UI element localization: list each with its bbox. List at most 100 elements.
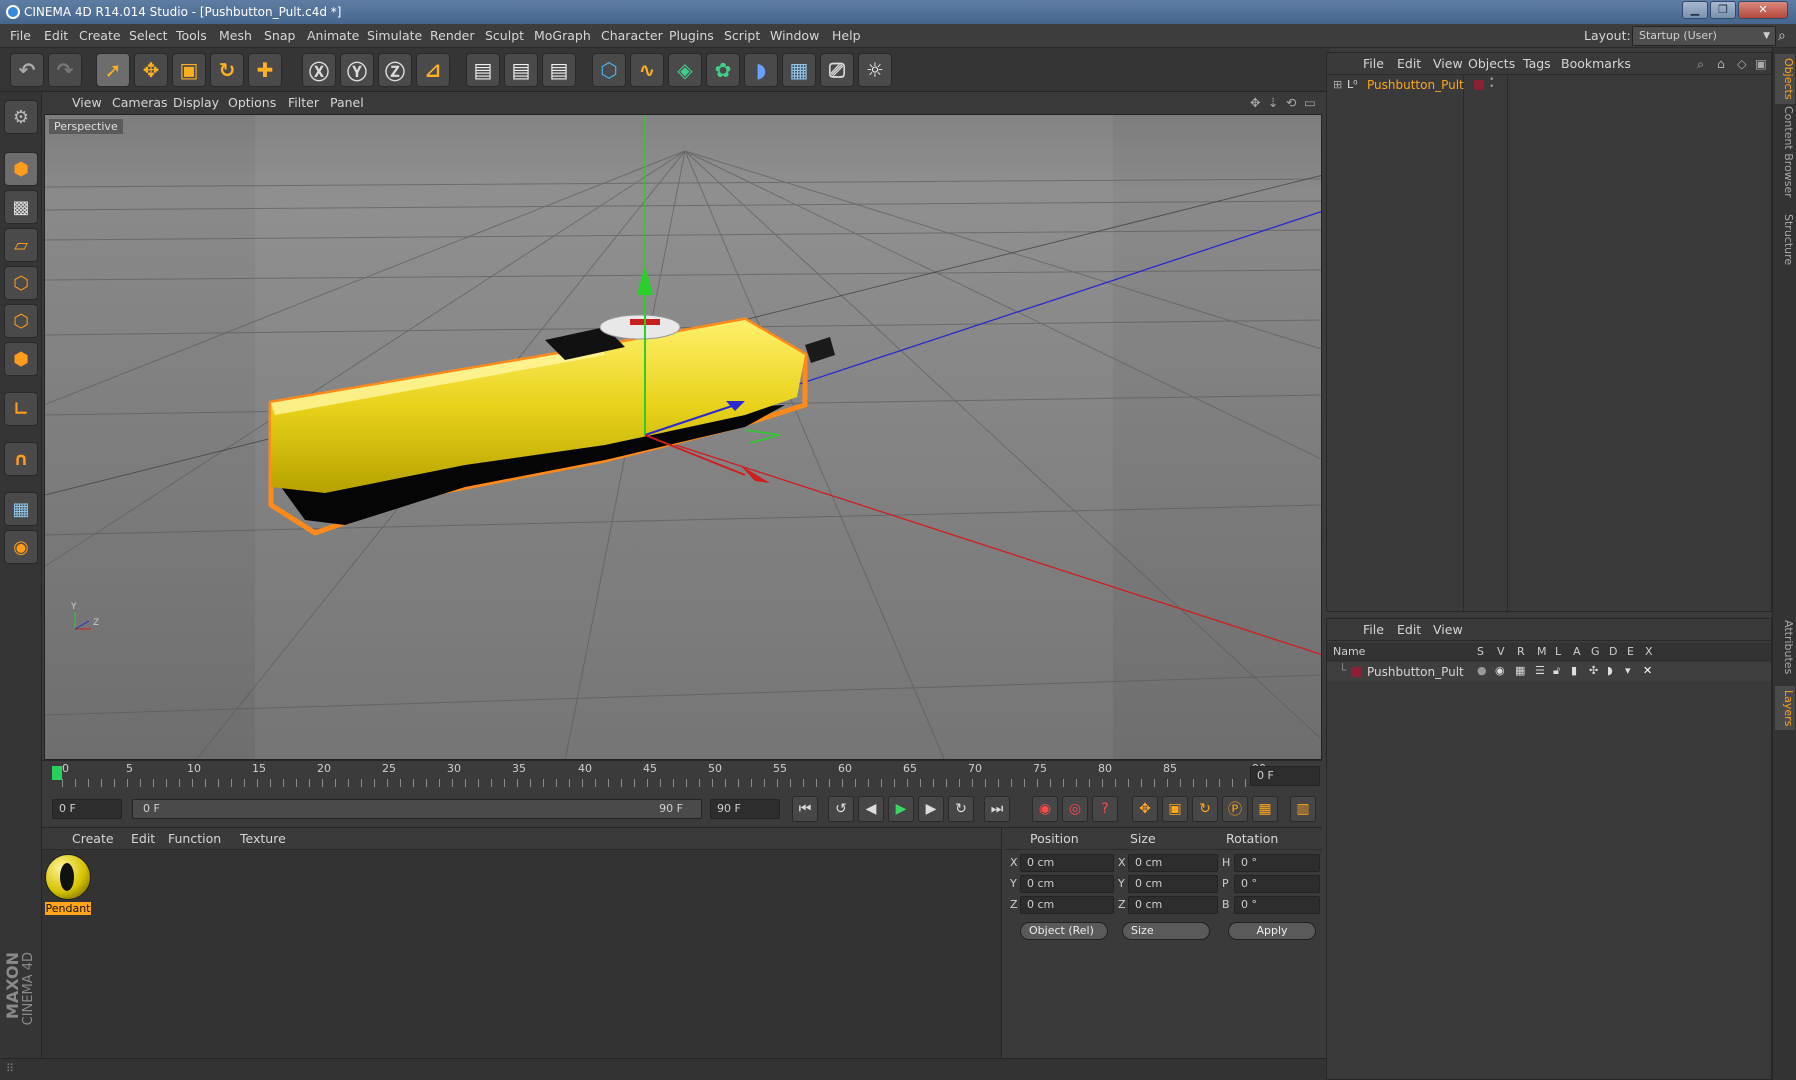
perspective-viewport[interactable]: Y Z Perspective: [44, 114, 1322, 760]
manager-icon[interactable]: ☰: [1535, 664, 1545, 677]
menu-file[interactable]: File: [10, 24, 31, 48]
size-x-field[interactable]: 0 cm: [1128, 854, 1218, 872]
obj-new-window-icon[interactable]: ▣: [1755, 53, 1767, 75]
mat-menu-texture[interactable]: Texture: [240, 828, 286, 850]
polygons-mode-button[interactable]: ⬢: [4, 342, 38, 376]
vp-menu-display[interactable]: Display: [173, 92, 219, 114]
play-button[interactable]: ▶: [888, 796, 914, 822]
workplane-mode-button[interactable]: ▱: [4, 228, 38, 262]
position-x-field[interactable]: 0 cm: [1020, 854, 1114, 872]
obj-home-icon[interactable]: ⌂: [1717, 53, 1725, 75]
prev-frame-button[interactable]: ◀: [858, 796, 884, 822]
layer-menu-edit[interactable]: Edit: [1397, 619, 1421, 641]
y-axis-lock-button[interactable]: Ⓨ: [340, 53, 374, 87]
render-settings-button[interactable]: ▤: [542, 53, 576, 87]
menu-animate[interactable]: Animate: [307, 24, 359, 48]
rotation-h-field[interactable]: 0 °: [1234, 854, 1320, 872]
obj-menu-objects[interactable]: Objects: [1468, 53, 1515, 75]
last-tool-button[interactable]: ✚: [248, 53, 282, 87]
film-icon[interactable]: ▮: [1571, 664, 1577, 677]
vp-menu-options[interactable]: Options: [228, 92, 276, 114]
rotation-p-field[interactable]: 0 °: [1234, 875, 1320, 893]
vp-menu-filter[interactable]: Filter: [288, 92, 319, 114]
obj-menu-edit[interactable]: Edit: [1397, 53, 1421, 75]
layer-color-swatch[interactable]: [1351, 667, 1361, 677]
layer-color-tag[interactable]: [1474, 80, 1484, 90]
tab-content-browser[interactable]: Content Browser: [1775, 106, 1795, 198]
model-mode-button[interactable]: ⬢: [4, 152, 38, 186]
apply-button[interactable]: Apply: [1228, 922, 1316, 940]
menu-simulate[interactable]: Simulate: [367, 24, 422, 48]
camera-button[interactable]: ⎚: [820, 53, 854, 87]
coordinate-system-button[interactable]: ⊿: [416, 53, 450, 87]
vp-rotate-icon[interactable]: ⟲: [1286, 92, 1296, 114]
subdivision-surface-button[interactable]: ◈: [668, 53, 702, 87]
menu-script[interactable]: Script: [724, 24, 760, 48]
render-view-button[interactable]: ▤: [466, 53, 500, 87]
light-button[interactable]: ☼: [858, 53, 892, 87]
spline-button[interactable]: ∿: [630, 53, 664, 87]
menu-mograph[interactable]: MoGraph: [534, 24, 591, 48]
search-icon[interactable]: ⌕: [1778, 24, 1786, 48]
prev-key-button[interactable]: ↺: [828, 796, 854, 822]
position-z-field[interactable]: 0 cm: [1020, 896, 1114, 914]
snap-settings-button[interactable]: ◉: [4, 530, 38, 564]
col-deformers[interactable]: D: [1609, 645, 1617, 658]
minimize-button[interactable]: ▁: [1682, 1, 1708, 19]
rotation-b-field[interactable]: 0 °: [1234, 896, 1320, 914]
col-xref[interactable]: X: [1645, 645, 1653, 658]
menu-character[interactable]: Character: [601, 24, 663, 48]
end-frame-field[interactable]: 90 F: [710, 799, 780, 819]
mat-menu-create[interactable]: Create: [72, 828, 114, 850]
menu-mesh[interactable]: Mesh: [219, 24, 252, 48]
make-editable-button[interactable]: ⚙: [4, 100, 38, 134]
record-button[interactable]: ◉: [1032, 796, 1058, 822]
rotate-tool-button[interactable]: ↻: [210, 53, 244, 87]
key-position-button[interactable]: ✥: [1132, 796, 1158, 822]
vp-zoom-icon[interactable]: ⇣: [1268, 92, 1278, 114]
maximize-button[interactable]: ❐: [1710, 1, 1736, 19]
eye-icon[interactable]: ◉: [1495, 664, 1505, 677]
viewport-scene[interactable]: Y Z: [45, 115, 1322, 760]
vp-menu-view[interactable]: View: [72, 92, 102, 114]
redo-button[interactable]: ↷: [48, 53, 82, 87]
obj-menu-view[interactable]: View: [1433, 53, 1463, 75]
vp-maximize-icon[interactable]: ▭: [1304, 92, 1316, 114]
visibility-dots[interactable]: • •: [1489, 76, 1494, 92]
playhead-marker[interactable]: [52, 766, 62, 780]
coordinate-mode-dropdown[interactable]: Object (Rel): [1020, 922, 1108, 940]
object-row[interactable]: ⊞ L⁰ Pushbutton_Pult • •: [1331, 76, 1761, 95]
go-to-start-button[interactable]: ⏮: [792, 796, 818, 822]
cube-object-button[interactable]: ⬡: [592, 53, 626, 87]
material-pendant[interactable]: Pendant: [45, 854, 91, 916]
undo-button[interactable]: ↶: [10, 53, 44, 87]
menu-window[interactable]: Window: [770, 24, 819, 48]
key-rotation-button[interactable]: ↻: [1192, 796, 1218, 822]
size-mode-dropdown[interactable]: Size: [1122, 922, 1210, 940]
position-y-field[interactable]: 0 cm: [1020, 875, 1114, 893]
size-y-field[interactable]: 0 cm: [1128, 875, 1218, 893]
vp-pan-icon[interactable]: ✥: [1250, 92, 1260, 114]
layer-row[interactable]: └ Pushbutton_Pult ● ◉ ▦ ☰ 🔓︎ ▮ ✣ ◗ ▾ ✕: [1327, 663, 1771, 681]
vp-menu-panel[interactable]: Panel: [330, 92, 364, 114]
deformer-button[interactable]: ◗: [744, 53, 778, 87]
obj-menu-bookmarks[interactable]: Bookmarks: [1561, 53, 1631, 75]
col-generators[interactable]: G: [1591, 645, 1600, 658]
timeline-ruler[interactable]: 0 5 10 15 20 25 30 35 40 45 50 55 60 65 …: [42, 760, 1322, 790]
next-key-button[interactable]: ↻: [948, 796, 974, 822]
scale-tool-button[interactable]: ▣: [172, 53, 206, 87]
obj-search-icon[interactable]: ⌕: [1697, 53, 1704, 75]
array-button[interactable]: ✿: [706, 53, 740, 87]
size-z-field[interactable]: 0 cm: [1128, 896, 1218, 914]
obj-menu-file[interactable]: File: [1363, 53, 1384, 75]
keyframe-selection-button[interactable]: ?: [1092, 796, 1118, 822]
vp-menu-cameras[interactable]: Cameras: [112, 92, 168, 114]
deformer-icon[interactable]: ◗: [1607, 664, 1613, 677]
menu-help[interactable]: Help: [832, 24, 861, 48]
key-pla-button[interactable]: ▦: [1252, 796, 1278, 822]
frame-range-slider[interactable]: 0 F 90 F: [132, 799, 702, 819]
col-locked[interactable]: L: [1555, 645, 1561, 658]
menu-snap[interactable]: Snap: [264, 24, 295, 48]
obj-dropdown-icon[interactable]: ◇: [1737, 53, 1747, 75]
col-animation[interactable]: A: [1573, 645, 1581, 658]
